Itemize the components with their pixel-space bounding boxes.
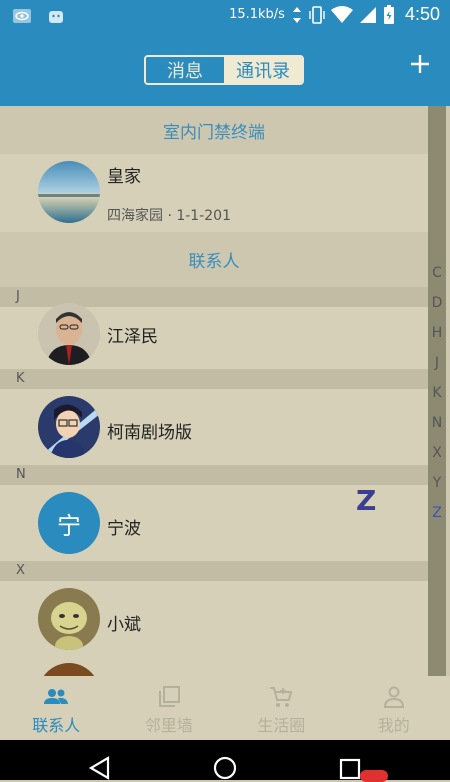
contact-name: 宁波 <box>107 514 141 539</box>
badge-overlay <box>360 770 388 782</box>
nav-life[interactable]: 生活圈 <box>225 676 338 740</box>
terminal-row[interactable]: 皇家 四海家园 · 1-1-201 <box>0 154 428 232</box>
eye-icon <box>12 6 32 26</box>
contact-row[interactable]: 江泽民 <box>0 307 428 369</box>
avatar: 宁 <box>38 492 100 554</box>
anime-avatar-image <box>38 396 100 458</box>
tab-messages[interactable]: 消息 <box>146 57 224 83</box>
contact-name: 小斌 <box>107 610 141 635</box>
signal-icon <box>359 6 377 24</box>
seascape-avatar-image <box>38 161 100 223</box>
back-icon[interactable] <box>88 756 110 780</box>
avatar <box>38 303 100 365</box>
nav-wall[interactable]: 邻里墙 <box>113 676 226 740</box>
android-icon <box>46 6 66 26</box>
index-letter[interactable]: N <box>428 408 446 438</box>
toy-avatar-image <box>38 588 100 650</box>
terminal-name: 皇家 <box>107 162 141 187</box>
index-letter[interactable]: Y <box>428 468 446 498</box>
home-icon[interactable] <box>213 756 237 780</box>
people-icon <box>43 686 69 708</box>
avatar <box>38 161 100 223</box>
tab-contacts[interactable]: 通讯录 <box>224 57 302 83</box>
contact-list[interactable]: 室内门禁终端 皇家 四海家园 · 1-1-201 联系人 J <box>0 106 428 676</box>
nav-me[interactable]: 我的 <box>338 676 450 740</box>
index-letter[interactable]: J <box>428 348 446 378</box>
group-letter-k: K <box>0 369 428 389</box>
contact-name: 江泽民 <box>107 322 158 347</box>
data-arrows-icon <box>291 6 303 24</box>
status-bar: 15.1kb/s 4:50 <box>0 0 450 32</box>
bottom-nav: 联系人 邻里墙 生活圈 我的 <box>0 676 450 740</box>
avatar-initial: 宁 <box>57 506 81 541</box>
cart-icon <box>268 686 294 708</box>
app-bar: 消息 通讯录 <box>0 32 450 106</box>
clock: 4:50 <box>405 4 440 25</box>
index-letter[interactable]: X <box>428 438 446 468</box>
nav-contacts[interactable]: 联系人 <box>0 676 113 740</box>
tab-switcher: 消息 通讯录 <box>144 55 304 85</box>
nav-label: 联系人 <box>0 712 113 736</box>
wall-icon <box>156 686 182 708</box>
group-letter-n: N <box>0 465 428 485</box>
section-header-people: 联系人 <box>0 232 428 287</box>
alphabet-index[interactable]: C D H J K N X Y Z <box>428 258 446 528</box>
index-letter[interactable]: H <box>428 318 446 348</box>
section-header-terminal: 室内门禁终端 <box>0 106 428 154</box>
plus-icon[interactable] <box>410 54 430 74</box>
vibrate-icon <box>309 6 325 24</box>
partial-avatar-image <box>38 663 100 676</box>
nav-label: 我的 <box>338 712 450 736</box>
wifi-icon <box>331 6 353 24</box>
contact-row[interactable]: 小斌 <box>0 581 428 661</box>
system-nav-bar <box>0 740 450 780</box>
terminal-address: 四海家园 · 1-1-201 <box>107 205 231 225</box>
contact-name: 柯南剧场版 <box>107 418 192 443</box>
nav-label: 邻里墙 <box>113 712 226 736</box>
avatar <box>38 588 100 650</box>
index-letter-highlighted[interactable]: Z <box>428 498 446 528</box>
contact-row[interactable]: 柯南剧场版 <box>0 389 428 465</box>
portrait-avatar-image <box>38 303 100 365</box>
nav-label: 生活圈 <box>225 712 338 736</box>
recents-icon[interactable] <box>339 758 361 780</box>
index-overlay-letter: Z <box>356 484 376 517</box>
avatar <box>38 663 100 676</box>
group-letter-x: X <box>0 561 428 581</box>
index-letter[interactable]: K <box>428 378 446 408</box>
avatar <box>38 396 100 458</box>
index-letter[interactable]: D <box>428 288 446 318</box>
battery-icon <box>383 5 395 25</box>
person-icon <box>381 686 407 708</box>
net-speed: 15.1kb/s <box>229 7 285 22</box>
index-letter[interactable]: C <box>428 258 446 288</box>
contact-row[interactable] <box>0 661 428 676</box>
